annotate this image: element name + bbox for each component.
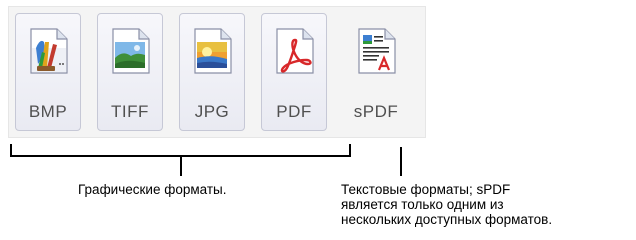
text-formats-caption-line3: нескольких доступных форматов. bbox=[341, 212, 553, 227]
pdf-file-icon bbox=[276, 28, 314, 74]
spdf-label: sPDF bbox=[353, 102, 399, 121]
tiff-format-button[interactable]: TIFF bbox=[97, 13, 163, 131]
text-formats-pointer bbox=[400, 147, 402, 176]
image-formats-bracket-right bbox=[349, 144, 351, 156]
bmp-file-icon bbox=[30, 28, 68, 74]
spdf-file-icon bbox=[358, 28, 396, 74]
pdf-format-button[interactable]: PDF bbox=[261, 13, 327, 131]
image-formats-pointer bbox=[180, 156, 182, 176]
tiff-label: TIFF bbox=[111, 102, 149, 121]
spdf-format-button[interactable]: sPDF bbox=[343, 13, 409, 131]
text-formats-caption-line2: является только одним из bbox=[341, 197, 504, 212]
jpg-file-icon bbox=[194, 28, 232, 74]
bmp-label: BMP bbox=[28, 102, 68, 121]
image-formats-caption: Графические форматы. bbox=[78, 182, 227, 197]
bmp-format-button[interactable]: BMP bbox=[15, 13, 81, 131]
file-format-toolbar: BMP TIFF JPG PDF sPDF bbox=[8, 6, 426, 138]
tiff-file-icon bbox=[112, 28, 150, 74]
pdf-label: PDF bbox=[276, 102, 312, 121]
jpg-label: JPG bbox=[194, 102, 230, 121]
jpg-format-button[interactable]: JPG bbox=[179, 13, 245, 131]
text-formats-caption-line1: Текстовые форматы; sPDF bbox=[341, 182, 511, 197]
